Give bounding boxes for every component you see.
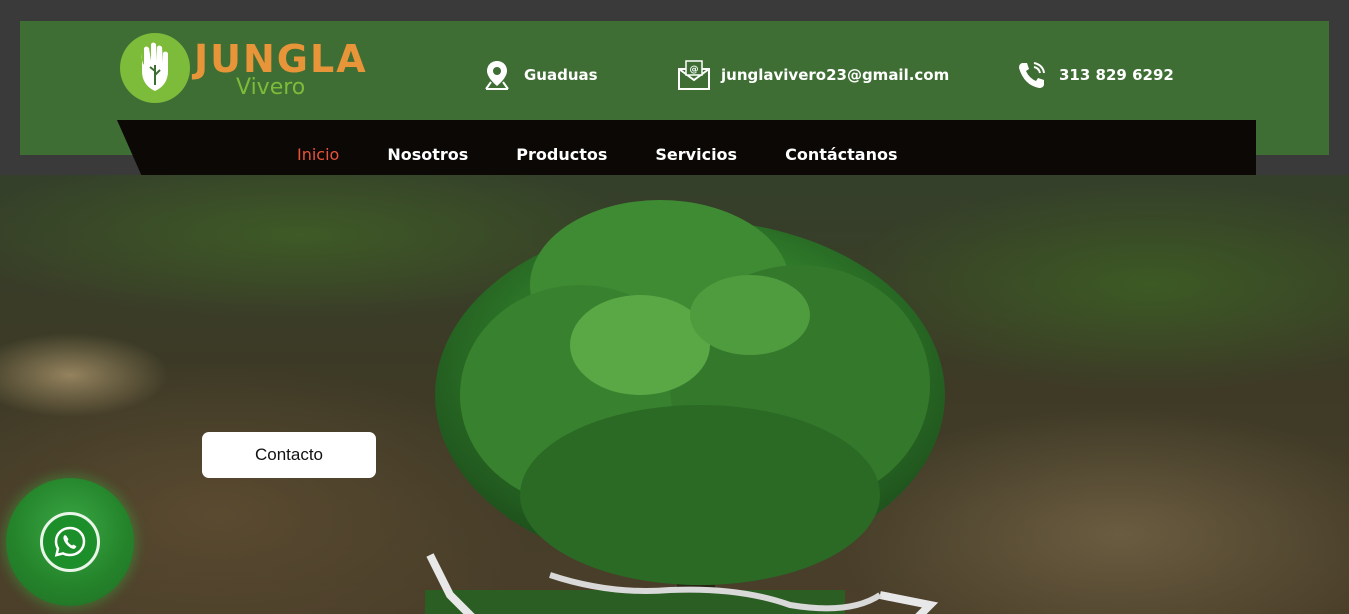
- phone-icon: [1015, 58, 1049, 92]
- envelope-icon: @: [677, 58, 711, 92]
- hero-banner: Contacto: [0, 175, 1349, 614]
- nav-item-nosotros[interactable]: Nosotros: [387, 145, 468, 164]
- email-info[interactable]: @ junglavivero23@gmail.com: [677, 58, 949, 92]
- svg-text:@: @: [690, 65, 699, 75]
- whatsapp-button[interactable]: [6, 478, 134, 606]
- nav-item-productos[interactable]: Productos: [516, 145, 607, 164]
- logo[interactable]: JUNGLA Vivero: [120, 33, 384, 103]
- nav-item-servicios[interactable]: Servicios: [655, 145, 737, 164]
- location-info: Guaduas: [480, 58, 598, 92]
- phone-info[interactable]: 313 829 6292: [1015, 58, 1174, 92]
- nav-item-inicio[interactable]: Inicio: [297, 145, 339, 164]
- brand-subtitle: Vivero: [236, 75, 306, 100]
- email-text: junglavivero23@gmail.com: [721, 66, 950, 84]
- phone-text: 313 829 6292: [1059, 66, 1174, 84]
- location-text: Guaduas: [524, 66, 598, 84]
- nav-item-contactanos[interactable]: Contáctanos: [785, 145, 897, 164]
- whatsapp-icon: [40, 512, 100, 572]
- location-pin-icon: [480, 58, 514, 92]
- contact-button[interactable]: Contacto: [202, 432, 376, 478]
- tree-image: [425, 200, 945, 614]
- hand-leaf-icon: [120, 33, 190, 103]
